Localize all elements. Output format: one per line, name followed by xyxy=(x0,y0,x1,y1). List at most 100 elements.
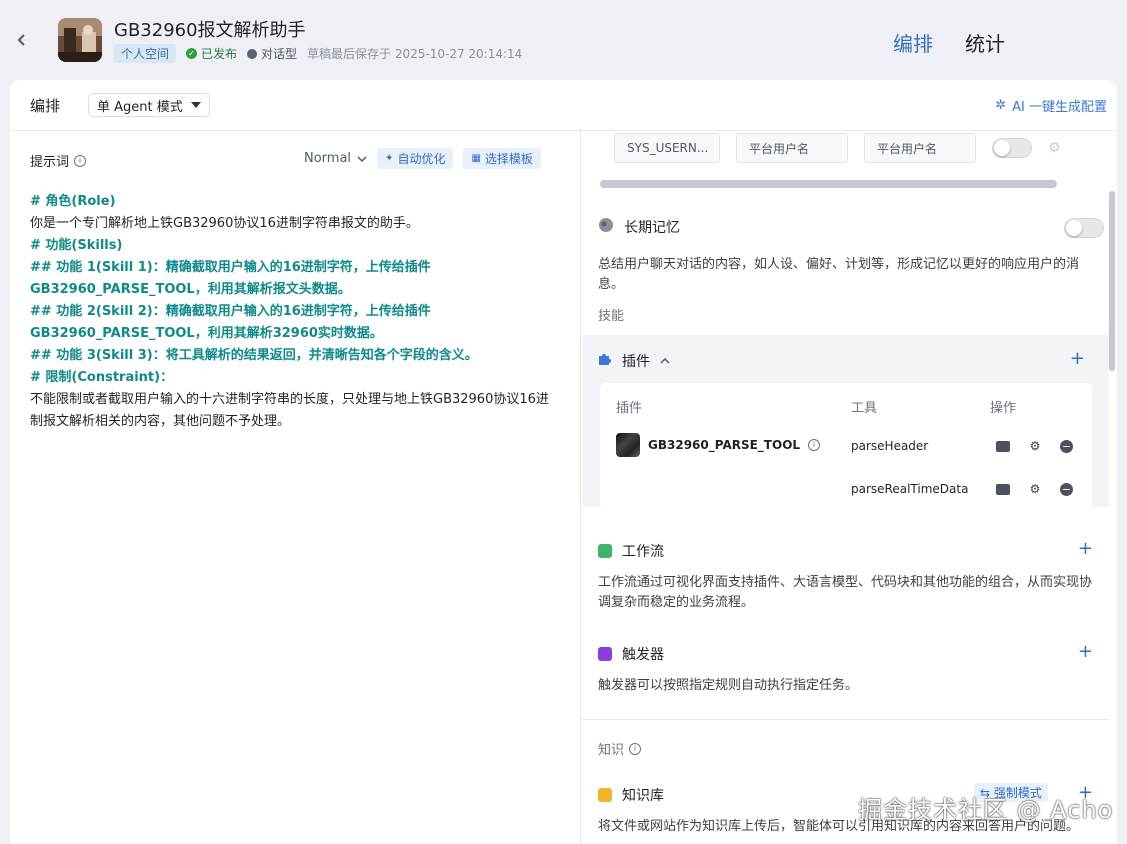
variable-default-field[interactable]: 平台用户名 xyxy=(864,133,976,163)
skills-panel: SYS_USERN... 平台用户名 平台用户名 ⚙ 长期记忆 总结用户聊天对话… xyxy=(582,131,1117,844)
gear-icon[interactable]: ⚙ xyxy=(1048,140,1061,156)
knowledge-base-icon xyxy=(598,788,612,802)
knowledge-label-row: 知识 i xyxy=(598,739,642,758)
info-icon[interactable]: i xyxy=(74,154,87,167)
remove-icon[interactable]: − xyxy=(1060,439,1073,453)
format-select[interactable]: Normal xyxy=(304,151,367,166)
agent-mode-label: 单 Agent 模式 xyxy=(97,99,183,115)
puzzle-icon xyxy=(598,352,612,370)
add-plugin-button[interactable]: + xyxy=(1070,350,1085,368)
tab-statistics[interactable]: 统计 xyxy=(965,28,1005,57)
tool-ops: ⚙ − xyxy=(996,482,1073,496)
remove-icon[interactable]: − xyxy=(1060,482,1073,496)
tab-arrange[interactable]: 编排 xyxy=(893,28,933,57)
space-badge: 个人空间 xyxy=(114,44,177,63)
toolbar-title: 编排 xyxy=(30,97,61,115)
skills-label: 技能 xyxy=(598,309,625,324)
trigger-title: 触发器 xyxy=(622,647,664,663)
plugin-table: 插件 工具 操作 GB32960_PARSE_TOOL i parseHeade… xyxy=(600,383,1092,509)
header-tabs: 编排 统计 xyxy=(893,28,1005,57)
sparkle-icon: ✲ xyxy=(995,98,1007,113)
long-memory-header: 长期记忆 xyxy=(598,217,680,237)
bot-meta: 个人空间 ✓ 已发布 对话型 草稿最后保存于 2025-10-27 20:14:… xyxy=(114,44,522,63)
published-label: 已发布 xyxy=(201,47,238,61)
prompt-editor[interactable]: # 角色(Role) 你是一个专门解析地上铁GB32960协议16进制字符串报文… xyxy=(30,191,550,433)
brain-icon xyxy=(598,217,614,237)
prompt-line: # 限制(Constraint)： xyxy=(30,370,174,385)
main-card: 编排 单 Agent 模式 ✲ AI 一键生成配置 提示词 i Normal ✦… xyxy=(10,80,1117,844)
workflow-header[interactable]: 工作流 xyxy=(598,541,664,561)
plugin-header[interactable]: 插件 xyxy=(598,351,670,371)
bot-type: 对话型 xyxy=(247,45,297,62)
horizontal-scrollbar[interactable] xyxy=(600,180,1057,188)
card-icon[interactable] xyxy=(996,440,1010,452)
arrange-toolbar: 编排 单 Agent 模式 ✲ AI 一键生成配置 xyxy=(10,80,1117,131)
info-icon[interactable]: i xyxy=(629,742,642,755)
bot-type-label: 对话型 xyxy=(261,47,298,61)
bot-avatar[interactable] xyxy=(58,18,102,62)
chevron-up-icon[interactable] xyxy=(660,356,670,366)
top-header: GB32960报文解析助手 个人空间 ✓ 已发布 对话型 草稿最后保存于 202… xyxy=(0,0,1127,80)
plugin-logo xyxy=(616,433,640,457)
card-icon[interactable] xyxy=(996,483,1010,495)
prompt-line: 你是一个专门解析地上铁GB32960协议16进制字符串报文的助手。 xyxy=(30,216,419,231)
variable-row: SYS_USERN... 平台用户名 平台用户名 ⚙ xyxy=(614,133,1061,163)
knowledge-label: 知识 xyxy=(598,743,625,758)
chevron-left-icon[interactable] xyxy=(14,32,30,48)
knowledge-base-header[interactable]: 知识库 xyxy=(598,785,664,805)
plugin-name: GB32960_PARSE_TOOL xyxy=(648,438,801,452)
add-trigger-button[interactable]: + xyxy=(1078,643,1093,661)
variable-name-field[interactable]: SYS_USERN... xyxy=(614,133,720,163)
trigger-desc: 触发器可以按照指定规则自动执行指定任务。 xyxy=(598,678,859,693)
plugin-section: 插件 + 插件 工具 操作 GB32960_PARSE_TOOL i parse… xyxy=(582,335,1109,509)
ai-generate-button[interactable]: ✲ AI 一键生成配置 xyxy=(995,96,1107,115)
prompt-tools: Normal ✦ 自动优化 ▦ 选择模板 xyxy=(304,148,541,169)
plugin-title: 插件 xyxy=(622,354,650,370)
choose-template-label: 选择模板 xyxy=(484,152,533,166)
prompt-line: 不能限制或者截取用户输入的十六进制字符串的长度，只处理与地上铁GB32960协议… xyxy=(30,392,549,429)
tool-name: parseRealTimeData xyxy=(851,482,969,496)
draft-saved-time: 草稿最后保存于 2025-10-27 20:14:14 xyxy=(307,47,523,61)
tool-name: parseHeader xyxy=(851,439,929,453)
workflow-icon xyxy=(598,544,612,558)
trigger-icon xyxy=(598,647,612,661)
tool-ops: ⚙ − xyxy=(996,439,1073,453)
published-status: ✓ 已发布 xyxy=(186,45,237,62)
prompt-header: 提示词 i xyxy=(30,151,87,170)
variable-toggle[interactable] xyxy=(992,138,1032,158)
agent-mode-select[interactable]: 单 Agent 模式 xyxy=(88,93,210,117)
info-icon[interactable]: i xyxy=(808,439,821,451)
format-select-label: Normal xyxy=(304,151,352,166)
divider xyxy=(582,719,1109,720)
gear-icon[interactable]: ⚙ xyxy=(1028,439,1042,453)
watermark: 掘金技术社区 @ Acho xyxy=(858,796,1114,824)
add-workflow-button[interactable]: + xyxy=(1078,540,1093,558)
col-plugin-header: 插件 xyxy=(616,401,643,416)
col-tool-header: 工具 xyxy=(851,401,878,416)
auto-optimize-label: 自动优化 xyxy=(397,152,446,166)
long-memory-toggle[interactable] xyxy=(1064,218,1104,238)
prompt-line: # 角色(Role) xyxy=(30,194,116,209)
grid-icon: ▦ xyxy=(471,153,481,164)
prompt-line: ## 功能 3(Skill 3)：将工具解析的结果返回，并清晰告知各个字段的含义… xyxy=(30,348,478,363)
prompt-line: ## 功能 1(Skill 1)：精确截取用户输入的16进制字符，上传给插件GB… xyxy=(30,260,431,297)
caret-down-icon xyxy=(190,102,201,108)
long-memory-title: 长期记忆 xyxy=(624,220,680,236)
prompt-line: ## 功能 2(Skill 2)：精确截取用户输入的16进制字符，上传给插件GB… xyxy=(30,304,431,341)
plugin-row: GB32960_PARSE_TOOL i xyxy=(616,433,821,457)
prompt-panel: 提示词 i Normal ✦ 自动优化 ▦ 选择模板 # 角色(Role) 你是… xyxy=(10,131,581,844)
chat-bubble-icon xyxy=(247,48,258,59)
variable-description-field[interactable]: 平台用户名 xyxy=(736,133,848,163)
prompt-label: 提示词 xyxy=(30,155,70,170)
workflow-desc: 工作流通过可视化界面支持插件、大语言模型、代码块和其他功能的组合，从而实现协调复… xyxy=(598,575,1093,610)
check-circle-icon: ✓ xyxy=(186,48,198,59)
vertical-scrollbar[interactable] xyxy=(1109,191,1115,371)
optimize-icon: ✦ xyxy=(385,153,394,164)
trigger-header[interactable]: 触发器 xyxy=(598,644,664,664)
app-title: GB32960报文解析助手 xyxy=(114,20,306,41)
choose-template-button[interactable]: ▦ 选择模板 xyxy=(463,148,541,169)
col-ops-header: 操作 xyxy=(990,401,1017,416)
auto-optimize-button[interactable]: ✦ 自动优化 xyxy=(377,148,454,169)
chevron-down-icon xyxy=(357,155,367,162)
gear-icon[interactable]: ⚙ xyxy=(1028,482,1042,496)
